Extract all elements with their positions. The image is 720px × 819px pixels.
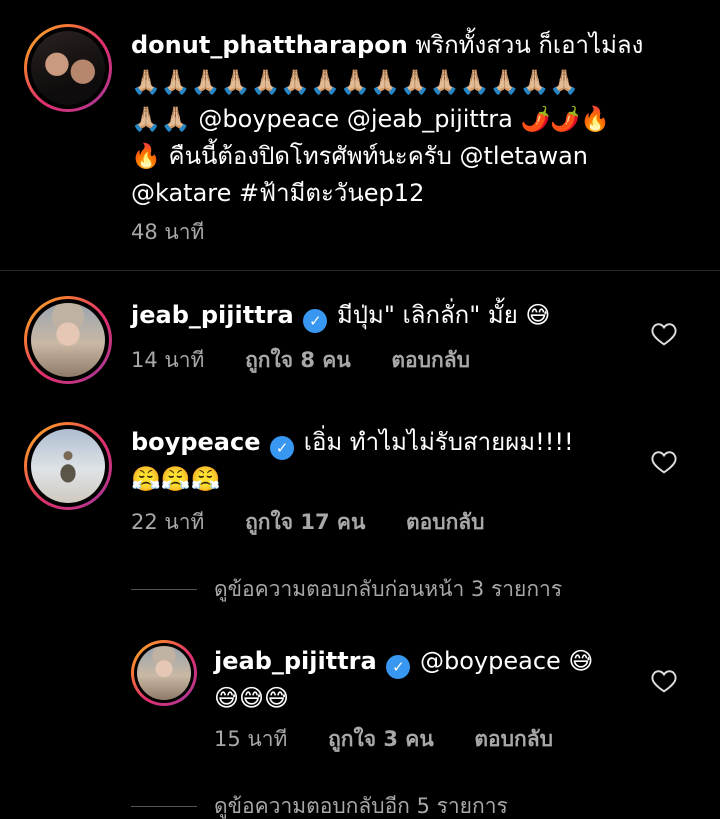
- reply-username[interactable]: jeab_pijittra: [214, 647, 377, 675]
- view-replies-divider: [131, 806, 197, 807]
- comment-meta: 14 นาที ถูกใจ 8 คน ตอบกลับ: [131, 347, 470, 373]
- comment-timestamp: 14 นาที: [131, 348, 205, 372]
- caption-mentions[interactable]: @boypeace @jeab_pijittra: [191, 105, 521, 133]
- comment-username[interactable]: boypeace: [131, 428, 260, 456]
- caption-emoji: 🌶️🌶️🔥: [520, 105, 611, 133]
- reply-meta: 15 นาที ถูกใจ 3 คน ตอบกลับ: [214, 726, 553, 752]
- view-previous-replies-button[interactable]: ดูข้อความตอบกลับก่อนหน้า 3 รายการ: [214, 576, 562, 602]
- comment-meta: 22 นาที ถูกใจ 17 คน ตอบกลับ: [131, 509, 485, 535]
- view-replies-divider: [131, 589, 197, 590]
- comment-avatar[interactable]: [24, 296, 112, 384]
- heart-icon[interactable]: [651, 669, 677, 693]
- likes-count[interactable]: ถูกใจ 17 คน: [245, 509, 365, 535]
- comment: boypeace ✓ เอิ่ม ทำไมไม่รับสายผม!!!! 😤😤😤: [131, 424, 651, 498]
- reply-text[interactable]: @boypeace: [412, 647, 568, 675]
- caption-emoji: 🙏🏼🙏🏼: [131, 105, 191, 133]
- verified-badge-icon: ✓: [270, 436, 295, 460]
- avatar-image: [31, 429, 105, 503]
- caption-avatar[interactable]: [24, 24, 112, 112]
- caption-emoji-row: 🙏🏼🙏🏼🙏🏼🙏🏼🙏🏼🙏🏼🙏🏼🙏🏼🙏🏼🙏🏼🙏🏼🙏🏼🙏🏼🙏🏼🙏🏼: [131, 68, 580, 96]
- divider: [0, 270, 720, 271]
- likes-count[interactable]: ถูกใจ 3 คน: [328, 726, 434, 752]
- reply-timestamp: 15 นาที: [214, 727, 288, 751]
- comment-timestamp: 22 นาที: [131, 510, 205, 534]
- comment-text: มีปุ่ม" เลิกลั่ก" มั้ย: [329, 301, 526, 329]
- caption-timestamp: 48 นาที: [131, 220, 205, 244]
- caption-text: คืนนี้ต้องปิดโทรศัพท์นะครับ @tletawan: [160, 142, 589, 170]
- likes-count[interactable]: ถูกใจ 8 คน: [245, 347, 351, 373]
- reply: jeab_pijittra ✓ @boypeace 😅 😅😅😅: [214, 643, 654, 717]
- comment: jeab_pijittra ✓ มีปุ่ม" เลิกลั่ก" มั้ย 😅: [131, 297, 651, 334]
- avatar-image: [31, 31, 105, 105]
- comment-emoji: 😅: [525, 301, 551, 329]
- view-more-replies-button[interactable]: ดูข้อความตอบกลับอีก 5 รายการ: [214, 793, 508, 819]
- caption-hashtags[interactable]: @katare #ฟ้ามีตะวันep12: [131, 175, 701, 212]
- comment-username[interactable]: jeab_pijittra: [131, 301, 294, 329]
- reply-button[interactable]: ตอบกลับ: [474, 726, 553, 752]
- avatar-image: [137, 646, 191, 700]
- reply-emoji: 😅: [568, 647, 594, 675]
- reply-avatar[interactable]: [131, 640, 197, 706]
- reply-button[interactable]: ตอบกลับ: [406, 509, 485, 535]
- reply-emoji: 😅😅😅: [214, 684, 290, 712]
- heart-icon[interactable]: [651, 322, 677, 346]
- reply-button[interactable]: ตอบกลับ: [391, 347, 470, 373]
- avatar-image: [31, 303, 105, 377]
- caption: donut_phattharapon พริกทั้งสวน ก็เอาไม่ล…: [131, 27, 701, 212]
- caption-emoji: 🔥: [131, 142, 161, 170]
- verified-badge-icon: ✓: [386, 655, 411, 679]
- caption-username[interactable]: donut_phattharapon: [131, 31, 408, 59]
- verified-badge-icon: ✓: [303, 309, 328, 333]
- comment-emoji: 😤😤😤: [131, 465, 221, 493]
- comment-avatar[interactable]: [24, 422, 112, 510]
- caption-text: พริกทั้งสวน ก็เอาไม่ลง: [415, 31, 644, 59]
- comment-text: เอิ่ม ทำไมไม่รับสายผม!!!!: [296, 428, 574, 456]
- heart-icon[interactable]: [651, 450, 677, 474]
